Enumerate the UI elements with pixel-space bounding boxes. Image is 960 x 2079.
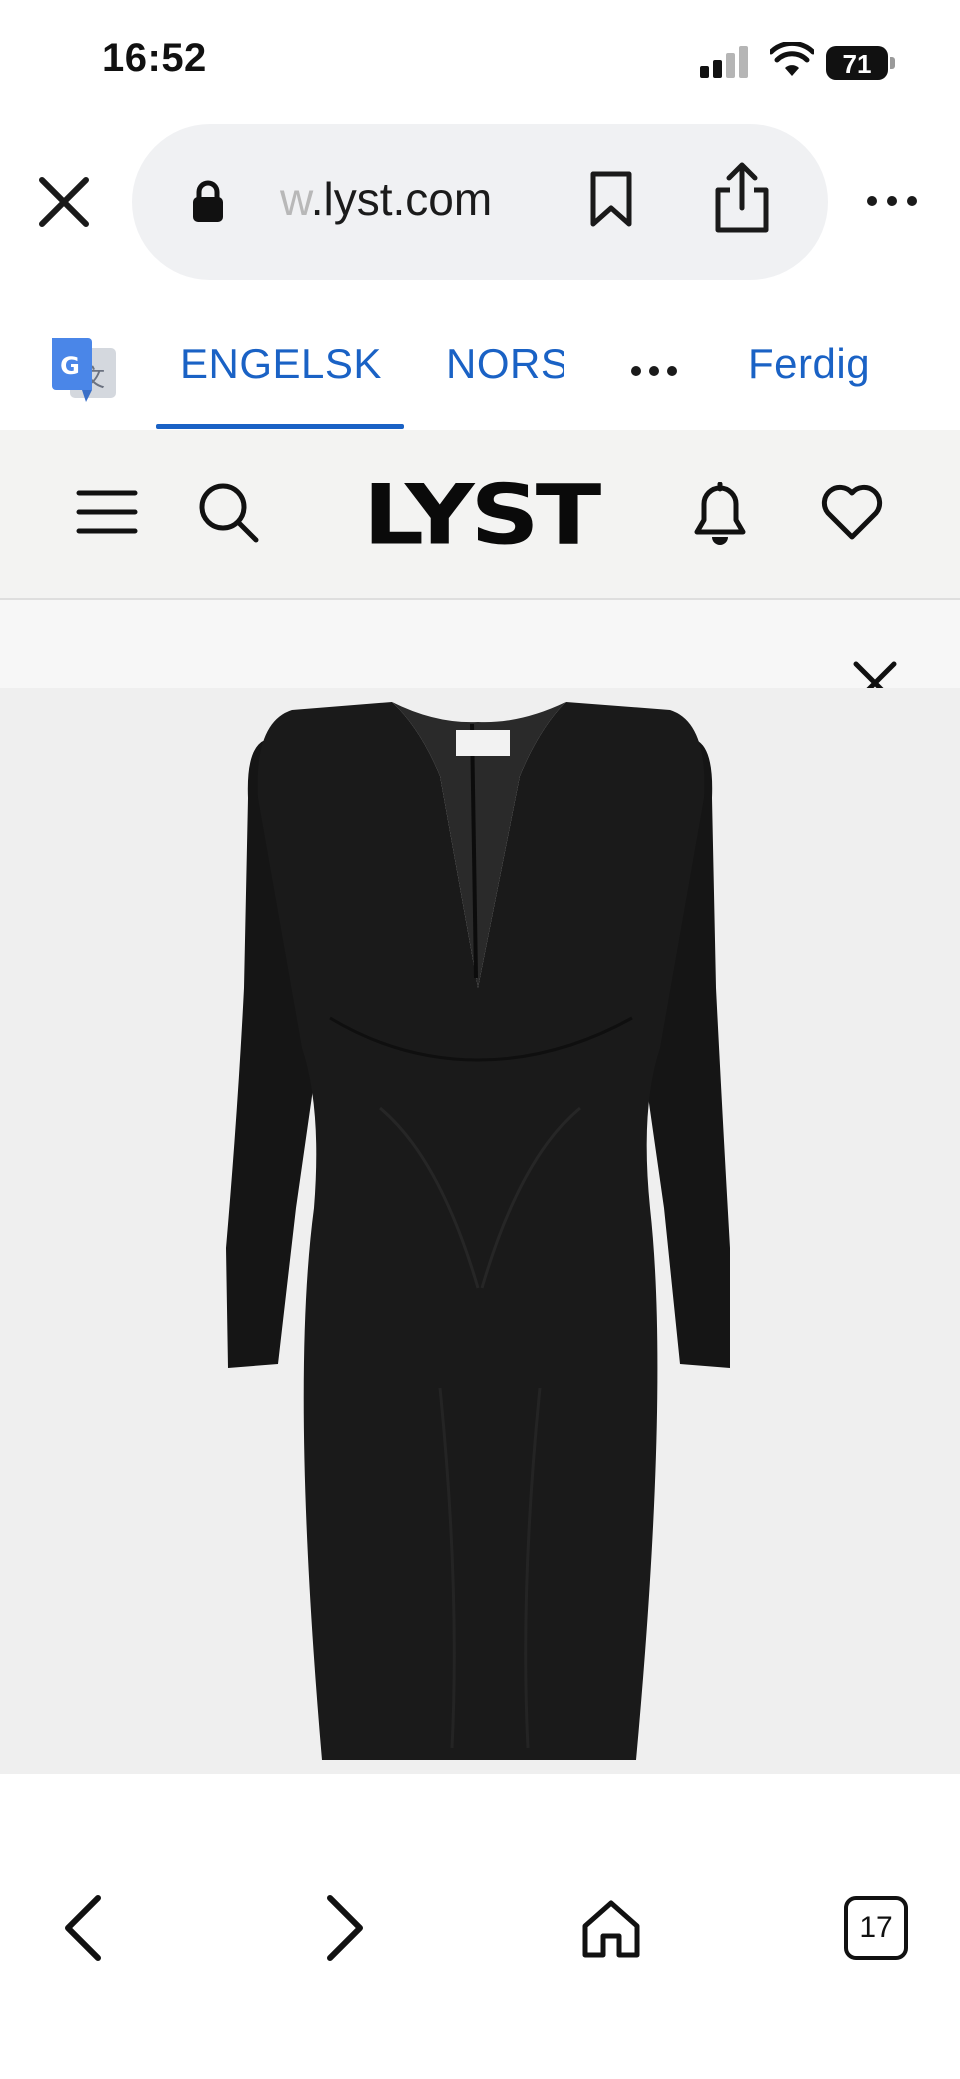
url-text[interactable]: w.lyst.com bbox=[280, 172, 492, 226]
signal-icon bbox=[700, 46, 748, 78]
lock-icon bbox=[193, 180, 223, 222]
translate-more-icon[interactable] bbox=[630, 360, 678, 382]
heart-icon[interactable] bbox=[820, 482, 884, 542]
tab-target-language[interactable]: NORS bbox=[446, 340, 564, 388]
forward-icon[interactable] bbox=[320, 1892, 370, 1964]
svg-text:G: G bbox=[60, 352, 80, 380]
menu-icon[interactable] bbox=[76, 488, 138, 536]
product-modal-top bbox=[0, 600, 960, 688]
back-icon[interactable] bbox=[58, 1892, 108, 1964]
battery-level: 71 bbox=[842, 49, 872, 79]
close-icon[interactable] bbox=[36, 174, 92, 230]
wifi-icon bbox=[770, 42, 814, 76]
site-header: LYST bbox=[0, 430, 960, 600]
translate-done-button[interactable]: Ferdig bbox=[748, 340, 870, 388]
bell-icon[interactable] bbox=[692, 482, 748, 548]
status-time: 16:52 bbox=[102, 36, 207, 80]
lyst-logo[interactable]: LYST bbox=[360, 468, 601, 563]
tab-source-language[interactable]: ENGELSK bbox=[180, 340, 382, 388]
google-translate-icon: 文 G bbox=[52, 338, 116, 402]
product-image[interactable] bbox=[0, 688, 960, 1774]
dress-illustration bbox=[226, 702, 730, 1760]
share-icon[interactable] bbox=[712, 162, 772, 234]
url-faded: w bbox=[280, 173, 311, 225]
bookmark-icon[interactable] bbox=[588, 170, 634, 228]
tabs-icon[interactable]: 17 bbox=[844, 1896, 908, 1960]
home-icon[interactable] bbox=[580, 1898, 642, 1960]
tab-count: 17 bbox=[859, 1911, 893, 1944]
search-icon[interactable] bbox=[196, 480, 260, 544]
battery-icon: 71 bbox=[826, 46, 896, 80]
url-main: .lyst.com bbox=[310, 173, 493, 225]
address-bar[interactable]: w.lyst.com bbox=[132, 124, 828, 280]
more-icon[interactable] bbox=[866, 190, 918, 212]
page-content-below bbox=[0, 1774, 960, 2079]
active-tab-indicator bbox=[156, 424, 404, 429]
